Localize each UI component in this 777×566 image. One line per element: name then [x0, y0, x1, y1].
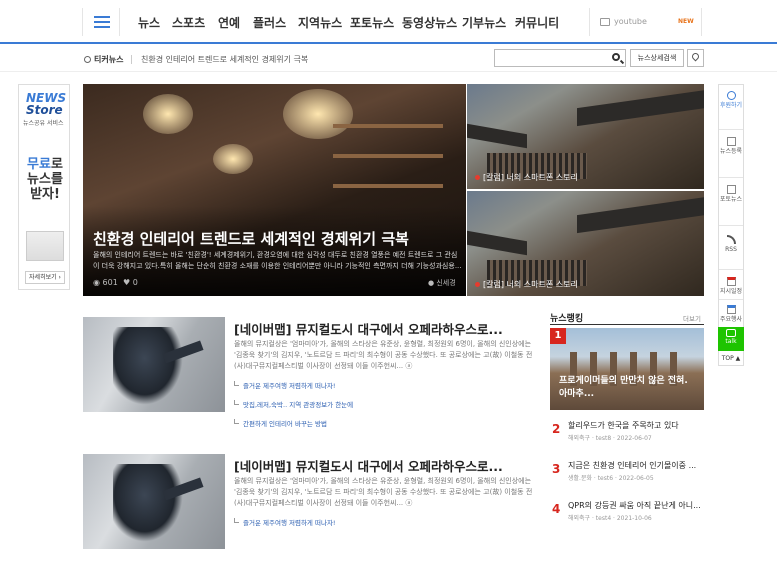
ranking-meta: 해외축구 · test8 · 2022-06-07 — [568, 435, 652, 442]
rank-number: 3 — [552, 462, 561, 476]
nav-item-video-news[interactable]: 동영상뉴스 — [402, 14, 457, 31]
youtube-link[interactable]: youtube NEW — [589, 8, 702, 36]
calendar-icon — [726, 277, 736, 286]
side-article-card[interactable]: [칼럼] 너의 스마트폰 스토리 — [467, 191, 704, 296]
article-thumbnail[interactable] — [83, 454, 225, 549]
divider — [131, 55, 132, 64]
search-icon[interactable] — [612, 53, 620, 61]
author: ● 신세경 — [428, 279, 456, 287]
quick-photo-news[interactable]: 포토뉴스 — [719, 185, 743, 203]
article-description: 올해의 뮤지컬상은 '엄마미아'가, 올해의 스타상은 유준상, 윤형렬, 최정… — [234, 477, 533, 507]
bullet-icon — [475, 175, 480, 180]
ticker-heading: 티커뉴스 — [84, 54, 123, 65]
hero-title[interactable]: 친환경 인테리어 트렌드로 세계적인 경제위기 극복 — [93, 228, 409, 249]
bullet-icon — [475, 282, 480, 287]
side-article-card[interactable]: [칼럼] 너의 스마트폰 스토리 — [467, 84, 704, 189]
quick-menu: 후원하기 뉴스등록 포토뉴스 RSS 지시일정 주요행사 — [718, 84, 744, 366]
rss-icon — [726, 235, 736, 244]
nav-item-community[interactable]: 커뮤니티 — [515, 14, 559, 31]
ranking-title[interactable]: QPR의 강등권 싸움 아직 끝난게 아니... — [568, 500, 701, 511]
ranking-heading: 뉴스랭킹 — [550, 314, 584, 324]
banner-more-button[interactable]: 자세히보기 › — [25, 271, 65, 284]
search-input[interactable] — [494, 49, 626, 67]
location-button[interactable] — [687, 49, 704, 67]
related-link[interactable]: 간편하게 인테리어 바꾸는 방법 — [234, 418, 327, 428]
nav-item-plus[interactable]: 플러스 — [253, 14, 286, 31]
rank-number: 2 — [552, 422, 561, 436]
quick-events[interactable]: 주요행사 — [719, 305, 743, 323]
list-item[interactable]: [네이버맵] 뮤지컬도시 대구에서 오페라하우스로... 올해의 뮤지컬상은 '… — [83, 454, 538, 566]
calendar-icon — [726, 305, 736, 314]
scroll-top-button[interactable]: TOP ▲ — [718, 353, 744, 365]
ranking-meta: 해외축구 · test4 · 2021-10-06 — [568, 515, 652, 522]
nav-item-entertainment[interactable]: 연예 — [218, 14, 240, 31]
ranking-more-link[interactable]: 더보기 — [683, 313, 701, 323]
ranking-meta: 생활.문화 · test6 · 2022-06-05 — [568, 475, 654, 482]
youtube-icon — [600, 18, 610, 26]
nav-item-news[interactable]: 뉴스 — [138, 14, 160, 31]
nav-item-local-news[interactable]: 지역뉴스 — [298, 14, 342, 31]
like-count: ♥ 0 — [123, 278, 138, 287]
hamburger-menu-button[interactable] — [82, 8, 120, 36]
chat-icon — [726, 329, 736, 337]
related-link[interactable]: 즐거운 제주여행 저렴하게 떠나자! — [234, 380, 336, 390]
banner-promo: 무료로 뉴스를 받자! — [27, 157, 63, 202]
nav-item-photo-news[interactable]: 포토뉴스 — [350, 14, 394, 31]
ranking-top-item[interactable]: 1 프로게이머들의 만만치 않은 전혀. 아마추... — [550, 328, 704, 410]
quick-donate[interactable]: 후원하기 — [719, 91, 743, 109]
article-thumbnail[interactable] — [83, 317, 225, 412]
side-article-caption[interactable]: [칼럼] 너의 스마트폰 스토리 — [475, 279, 578, 290]
ticker-headline[interactable]: 친환경 인테리어 트렌드로 세계적인 경제위기 극복 — [141, 54, 308, 65]
nav-item-donation-news[interactable]: 기부뉴스 — [462, 14, 506, 31]
article-description: 올해의 뮤지컬상은 '엄마미아'가, 올해의 스타상은 유준상, 윤형렬, 최정… — [234, 340, 533, 370]
clock-icon — [84, 56, 91, 63]
quick-submit-news[interactable]: 뉴스등록 — [719, 137, 743, 155]
top-navigation: 뉴스 스포츠 연예 플러스 지역뉴스 포토뉴스 동영상뉴스 기부뉴스 커뮤니티 … — [0, 0, 777, 44]
rank-badge: 1 — [550, 328, 566, 344]
article-title[interactable]: [네이버맵] 뮤지컬도시 대구에서 오페라하우스로... — [234, 319, 503, 338]
ranking-title[interactable]: 할리우드가 한국을 주목하고 있다 — [568, 420, 679, 431]
nav-item-sports[interactable]: 스포츠 — [172, 14, 205, 31]
new-badge: NEW — [678, 18, 694, 25]
photo-icon — [726, 185, 736, 194]
youtube-label: youtube — [614, 17, 647, 26]
view-count: ◉ 601 — [93, 278, 118, 287]
advanced-search-button[interactable]: 뉴스상세검색 — [630, 49, 684, 67]
map-pin-icon — [690, 51, 701, 62]
article-title[interactable]: [네이버맵] 뮤지컬도시 대구에서 오페라하우스로... — [234, 456, 503, 475]
ranking-top-title[interactable]: 프로게이머들의 만만치 않은 전혀. 아마추... — [559, 375, 699, 401]
talk-button[interactable]: talk — [718, 327, 744, 351]
related-link[interactable]: 즐거운 제주여행 저렴하게 떠나자! — [234, 517, 336, 527]
newspaper-image — [26, 231, 64, 261]
list-item[interactable]: [네이버맵] 뮤지컬도시 대구에서 오페라하우스로... 올해의 뮤지컬상은 '… — [83, 317, 538, 429]
banner-subtitle: 뉴스공유 서비스 — [23, 120, 64, 127]
related-link[interactable]: 맛집,레저,숙박.. 지역 관광정보가 한눈에 — [234, 399, 353, 409]
side-article-caption[interactable]: [칼럼] 너의 스마트폰 스토리 — [475, 172, 578, 183]
hero-description: 올해의 인테리어 트렌드는 바로 '친환경'! 세계경제위기, 환경오염에 대한… — [93, 251, 462, 270]
news-store-banner[interactable]: NEWS Store 뉴스공유 서비스 무료로 뉴스를 받자! 자세히보기 › — [18, 84, 70, 290]
edit-icon — [726, 137, 736, 146]
hand-icon — [726, 91, 736, 100]
hero-article[interactable]: 친환경 인테리어 트렌드로 세계적인 경제위기 극복 올해의 인테리어 트렌드는… — [83, 84, 466, 296]
quick-schedule[interactable]: 지시일정 — [719, 277, 743, 295]
quick-rss[interactable]: RSS — [719, 235, 743, 253]
ranking-title[interactable]: 지금은 친환경 인테리어 인기몰이중 ... — [568, 460, 696, 471]
banner-logo-store: Store — [26, 103, 63, 117]
divider — [550, 324, 704, 325]
rank-number: 4 — [552, 502, 561, 516]
